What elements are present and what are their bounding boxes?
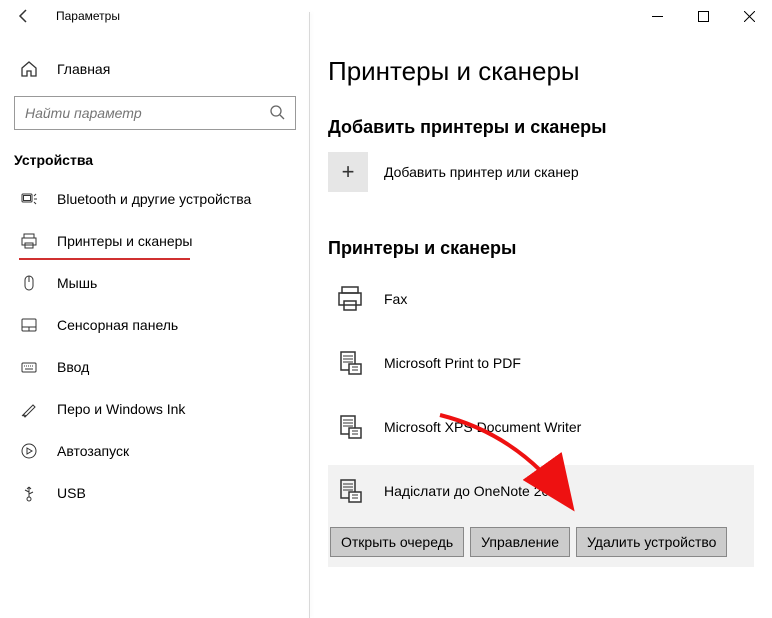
add-printer-row[interactable]: + Добавить принтер или сканер	[328, 152, 754, 192]
page-title: Принтеры и сканеры	[328, 56, 754, 87]
search-icon	[269, 104, 285, 123]
sidebar-home[interactable]: Главная	[0, 50, 310, 88]
printer-label: Fax	[384, 291, 407, 307]
open-queue-button[interactable]: Открыть очередь	[330, 527, 464, 557]
bluetooth-icon	[19, 190, 39, 208]
sidebar-item-autoplay[interactable]: Автозапуск	[0, 430, 310, 472]
sidebar-category: Устройства	[0, 144, 310, 178]
sidebar-item-usb[interactable]: USB	[0, 472, 310, 514]
sidebar-item-label: Принтеры и сканеры	[57, 233, 192, 249]
autoplay-icon	[19, 442, 39, 460]
sidebar-item-label: USB	[57, 485, 86, 501]
plus-icon: +	[328, 152, 368, 192]
sidebar-home-label: Главная	[57, 61, 110, 77]
titlebar: Параметры	[0, 0, 772, 32]
sidebar-item-label: Bluetooth и другие устройства	[57, 191, 251, 207]
add-printer-label: Добавить принтер или сканер	[384, 164, 579, 180]
sidebar-item-mouse[interactable]: Мышь	[0, 262, 310, 304]
close-button[interactable]	[726, 0, 772, 32]
sidebar: Главная Устройства Bluetooth и другие ус…	[0, 32, 310, 618]
list-section-title: Принтеры и сканеры	[328, 238, 754, 259]
printer-icon	[19, 232, 39, 250]
printer-item-pdf[interactable]: Microsoft Print to PDF	[328, 337, 754, 389]
search-input[interactable]	[14, 96, 296, 130]
minimize-button[interactable]	[634, 0, 680, 32]
sidebar-item-touchpad[interactable]: Сенсорная панель	[0, 304, 310, 346]
remove-device-button[interactable]: Удалить устройство	[576, 527, 727, 557]
sidebar-item-label: Ввод	[57, 359, 89, 375]
printer-doc-icon	[332, 409, 368, 445]
pen-icon	[19, 400, 39, 418]
sidebar-item-bluetooth[interactable]: Bluetooth и другие устройства	[0, 178, 310, 220]
sidebar-item-label: Мышь	[57, 275, 97, 291]
printer-label: Microsoft XPS Document Writer	[384, 419, 581, 435]
content-pane: Принтеры и сканеры Добавить принтеры и с…	[310, 32, 772, 618]
usb-icon	[19, 484, 39, 502]
printer-actions: Открыть очередь Управление Удалить устро…	[328, 517, 754, 567]
add-section-title: Добавить принтеры и сканеры	[328, 117, 754, 138]
sidebar-item-label: Автозапуск	[57, 443, 129, 459]
back-button[interactable]	[8, 0, 40, 32]
printer-doc-icon	[332, 345, 368, 381]
manage-button[interactable]: Управление	[470, 527, 570, 557]
mouse-icon	[19, 274, 39, 292]
printer-label: Microsoft Print to PDF	[384, 355, 521, 371]
printer-icon	[332, 281, 368, 317]
sidebar-item-label: Сенсорная панель	[57, 317, 178, 333]
home-icon	[19, 60, 39, 78]
sidebar-item-typing[interactable]: Ввод	[0, 346, 310, 388]
keyboard-icon	[19, 358, 39, 376]
maximize-button[interactable]	[680, 0, 726, 32]
window-title: Параметры	[40, 9, 120, 23]
printer-doc-icon	[332, 473, 368, 509]
touchpad-icon	[19, 316, 39, 334]
sidebar-item-pen[interactable]: Перо и Windows Ink	[0, 388, 310, 430]
printer-label: Надіслати до OneNote 2013	[384, 483, 565, 499]
active-underline	[19, 258, 190, 260]
sidebar-item-printers[interactable]: Принтеры и сканеры	[0, 220, 310, 262]
printer-item-xps[interactable]: Microsoft XPS Document Writer	[328, 401, 754, 453]
search-field[interactable]	[25, 105, 269, 121]
printer-item-onenote[interactable]: Надіслати до OneNote 2013	[328, 465, 754, 517]
sidebar-item-label: Перо и Windows Ink	[57, 401, 185, 417]
printer-item-fax[interactable]: Fax	[328, 273, 754, 325]
